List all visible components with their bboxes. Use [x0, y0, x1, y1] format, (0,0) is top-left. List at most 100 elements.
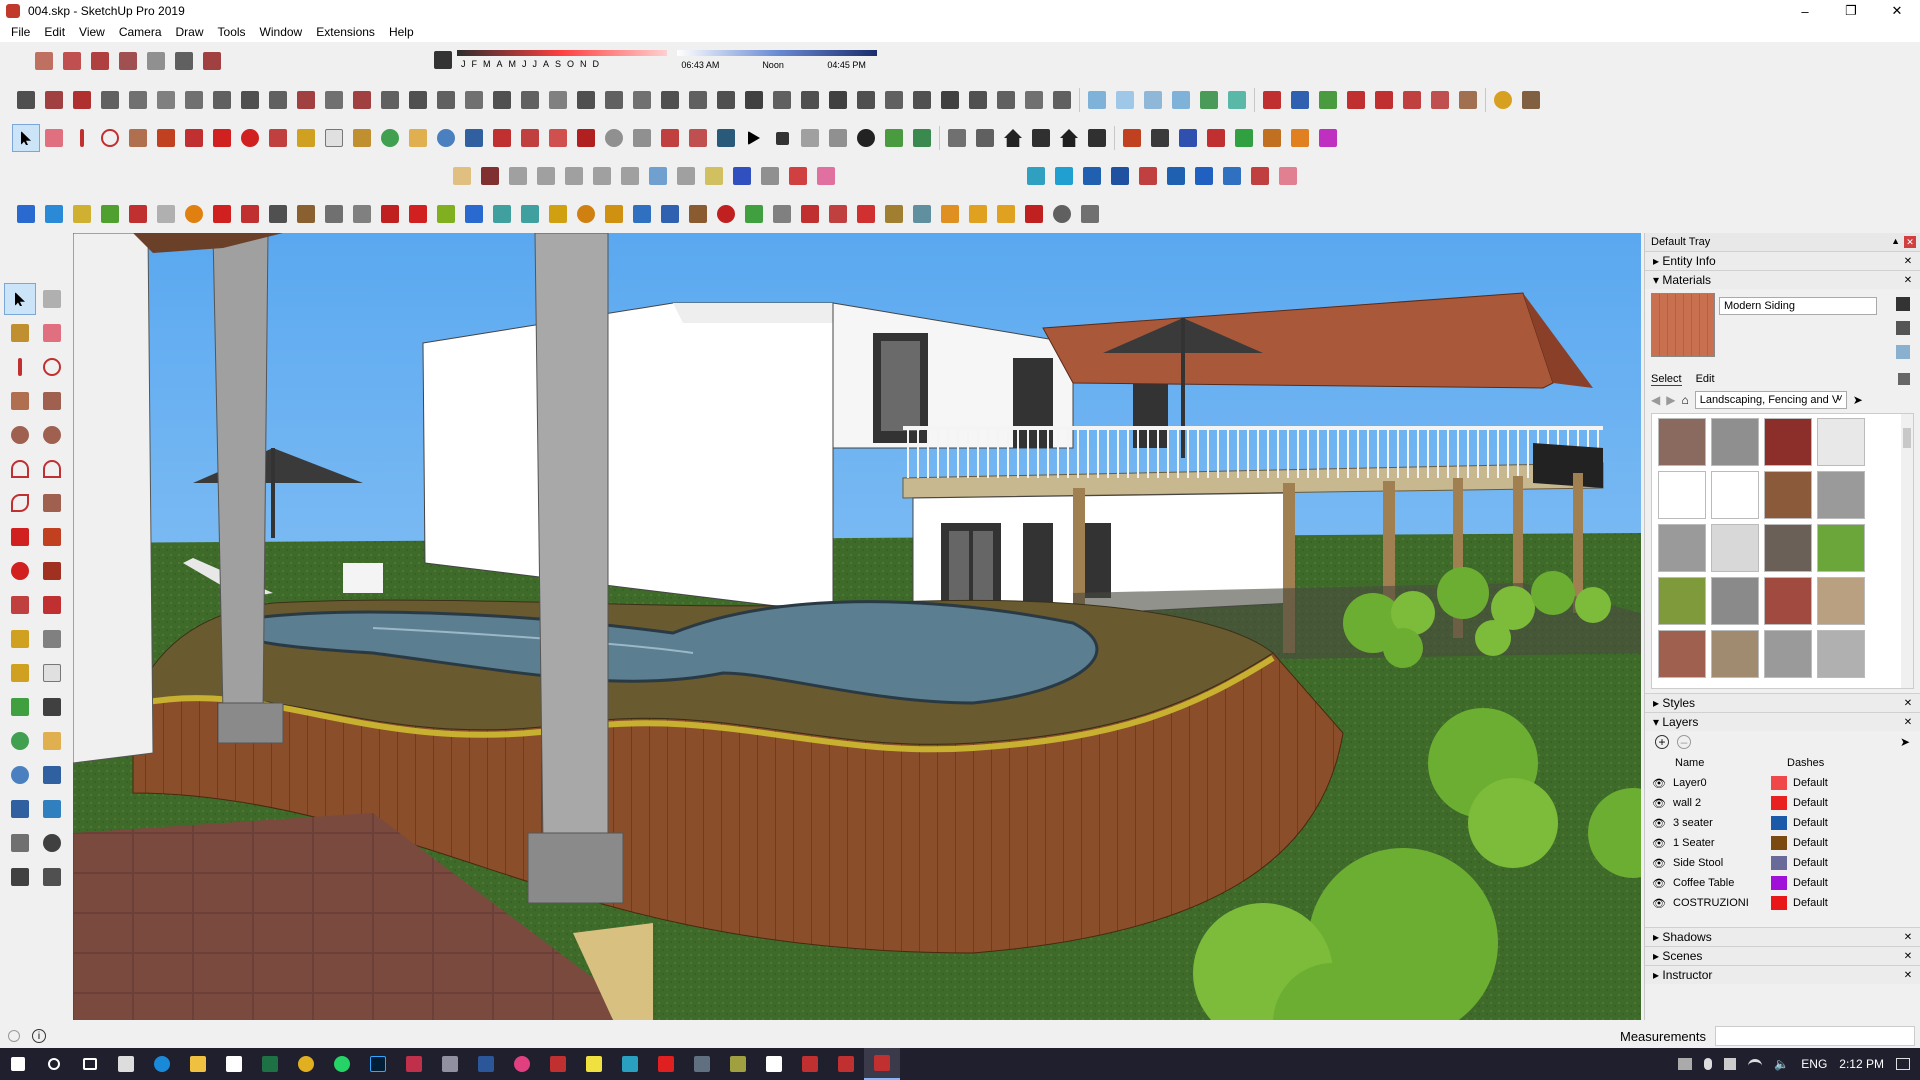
tool-icon[interactable]: [544, 86, 572, 114]
material-swatch[interactable]: [1764, 630, 1812, 678]
arc-3pt-icon[interactable]: [4, 487, 36, 519]
tool-icon[interactable]: [1048, 86, 1076, 114]
tool-icon[interactable]: [908, 124, 936, 152]
move-icon[interactable]: [4, 521, 36, 553]
tool-icon[interactable]: [40, 200, 68, 228]
tool-icon[interactable]: [264, 200, 292, 228]
layer-dashes[interactable]: Default: [1793, 817, 1828, 829]
tool-icon[interactable]: [516, 200, 544, 228]
house-icon[interactable]: [999, 124, 1027, 152]
arc-icon[interactable]: [96, 124, 124, 152]
tool-icon[interactable]: [768, 86, 796, 114]
tool-icon[interactable]: [852, 200, 880, 228]
rotated-rectangle-icon[interactable]: [36, 385, 68, 417]
tool-icon[interactable]: [12, 200, 40, 228]
material-name-field[interactable]: Modern Siding: [1719, 297, 1877, 315]
layer-dashes[interactable]: Default: [1793, 777, 1828, 789]
material-swatch[interactable]: [1658, 577, 1706, 625]
rotate-icon[interactable]: [236, 124, 264, 152]
tool-icon[interactable]: [504, 162, 532, 190]
layer-dashes[interactable]: Default: [1793, 857, 1828, 869]
details-arrow-icon[interactable]: ➤: [1900, 735, 1910, 749]
look-around-icon[interactable]: [684, 124, 712, 152]
layer-color[interactable]: [1771, 836, 1787, 850]
tool-icon[interactable]: [376, 86, 404, 114]
tool-icon[interactable]: [460, 86, 488, 114]
material-swatch[interactable]: [1711, 524, 1759, 572]
tool-icon[interactable]: [712, 200, 740, 228]
right-view-icon[interactable]: [114, 47, 142, 75]
search-icon[interactable]: [36, 1048, 72, 1080]
rotate-icon[interactable]: [4, 555, 36, 587]
menu-help[interactable]: Help: [382, 25, 421, 39]
tool-icon[interactable]: [348, 86, 376, 114]
month-slider[interactable]: J F M A M J J A S O N D: [456, 48, 667, 72]
tool-icon[interactable]: [684, 86, 712, 114]
material-swatch[interactable]: [1817, 471, 1865, 519]
close-icon[interactable]: ✕: [1902, 697, 1914, 709]
orbit-icon[interactable]: [4, 725, 36, 757]
shadows-panel-header[interactable]: ▸ Shadows ✕: [1645, 927, 1920, 946]
tool-icon[interactable]: [740, 200, 768, 228]
close-icon[interactable]: ✕: [1902, 969, 1914, 981]
sample-paint-icon[interactable]: [1896, 345, 1910, 359]
tool-icon[interactable]: [936, 200, 964, 228]
tool-icon[interactable]: [152, 86, 180, 114]
model-viewport[interactable]: [73, 233, 1641, 1020]
app-icon[interactable]: [684, 1048, 720, 1080]
visibility-eye-icon[interactable]: 👁: [1649, 857, 1669, 870]
eyedropper-icon[interactable]: [1898, 373, 1910, 385]
tab-select[interactable]: Select: [1651, 373, 1682, 386]
layer-row[interactable]: 👁 Layer0 Default: [1649, 773, 1920, 793]
tool-icon[interactable]: [1134, 162, 1162, 190]
add-layer-icon[interactable]: +: [1655, 735, 1669, 749]
push-pull-icon[interactable]: [152, 124, 180, 152]
tool-icon[interactable]: [124, 200, 152, 228]
tool-icon[interactable]: [796, 124, 824, 152]
tool-icon[interactable]: [1274, 162, 1302, 190]
scale-icon[interactable]: [264, 124, 292, 152]
tool-icon[interactable]: [1258, 86, 1286, 114]
pan-icon[interactable]: [404, 124, 432, 152]
tool-icon[interactable]: [572, 200, 600, 228]
material-swatch[interactable]: [1711, 471, 1759, 519]
tool-icon[interactable]: [728, 162, 756, 190]
ruby-icon[interactable]: [572, 124, 600, 152]
sketchup-icon[interactable]: [828, 1048, 864, 1080]
close-icon[interactable]: ✕: [1902, 255, 1914, 267]
close-icon[interactable]: ✕: [1902, 950, 1914, 962]
tool-icon[interactable]: [1027, 124, 1055, 152]
wifi-icon[interactable]: [1748, 1059, 1763, 1069]
tool-icon[interactable]: [476, 162, 504, 190]
maximize-icon[interactable]: ❐: [1828, 0, 1874, 22]
layer-color[interactable]: [1771, 876, 1787, 890]
layer-row[interactable]: 👁 wall 2 Default: [1649, 793, 1920, 813]
material-swatch[interactable]: [1658, 524, 1706, 572]
tool-icon[interactable]: [1286, 86, 1314, 114]
tool-icon[interactable]: [1174, 124, 1202, 152]
tool-icon[interactable]: [812, 162, 840, 190]
entity-info-panel-header[interactable]: ▸ Entity Info ✕: [1645, 251, 1920, 270]
geo-location-icon[interactable]: [8, 1030, 20, 1042]
tool-icon[interactable]: [68, 86, 96, 114]
material-swatch[interactable]: [1817, 418, 1865, 466]
tool-icon[interactable]: [1167, 86, 1195, 114]
app-icon[interactable]: [612, 1048, 648, 1080]
material-swatch[interactable]: [1658, 630, 1706, 678]
layer-row[interactable]: 👁 COSTRUZIONI Default: [1649, 893, 1920, 913]
lumion-icon[interactable]: [712, 124, 740, 152]
tool-icon[interactable]: [880, 86, 908, 114]
pan-icon[interactable]: [36, 725, 68, 757]
app-icon[interactable]: [504, 1048, 540, 1080]
sketchup-icon[interactable]: [792, 1048, 828, 1080]
visibility-eye-icon[interactable]: 👁: [1649, 897, 1669, 910]
pie-icon[interactable]: [36, 487, 68, 519]
tool-icon[interactable]: [1083, 124, 1111, 152]
tool-icon[interactable]: [572, 86, 600, 114]
home-icon[interactable]: ⌂: [1681, 393, 1688, 407]
menu-view[interactable]: View: [72, 25, 112, 39]
forward-arrow-icon[interactable]: ▶: [1666, 393, 1675, 407]
tool-icon[interactable]: [712, 86, 740, 114]
position-camera-icon[interactable]: [656, 124, 684, 152]
tool-icon[interactable]: [236, 86, 264, 114]
